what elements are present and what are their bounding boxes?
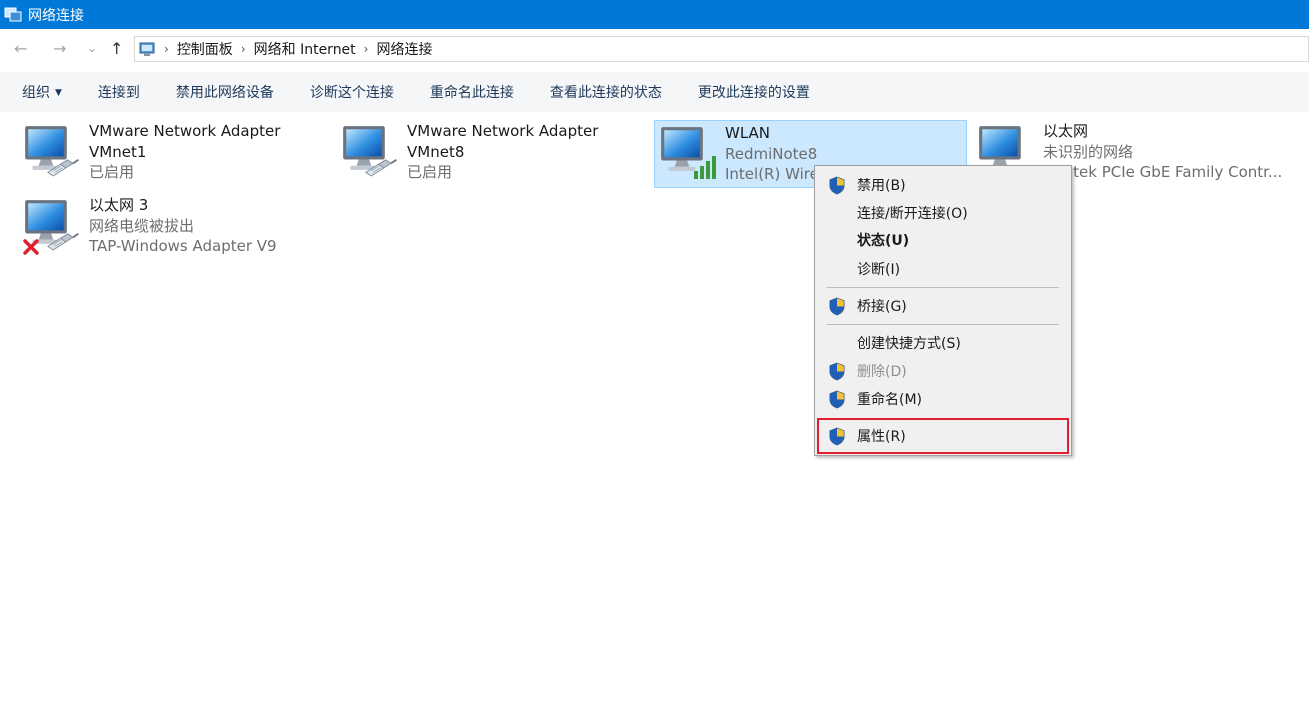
menu-item-create-shortcut[interactable]: 创建快捷方式(S) — [817, 330, 1069, 356]
breadcrumb-separator: › — [240, 42, 246, 56]
recent-dropdown-icon[interactable]: ⌄ — [87, 41, 97, 55]
breadcrumb-separator: › — [164, 42, 169, 56]
connect-to-button[interactable]: 连接到 — [80, 82, 158, 102]
menu-item-label: 连接/断开连接(O) — [857, 206, 968, 222]
connection-item-ethernet3[interactable]: 以太网 3 网络电缆被拔出 TAP-Windows Adapter V9 — [18, 192, 330, 262]
back-icon[interactable]: ← — [14, 39, 27, 58]
breadcrumb-network-connections[interactable]: 网络连接 — [376, 39, 432, 59]
uac-shield-icon — [828, 176, 846, 195]
connection-name: VMware Network Adapter — [89, 122, 281, 140]
connection-network: 网络电缆被拔出 — [89, 216, 195, 235]
context-menu: 禁用(B) 连接/断开连接(O) 状态(U) 诊断(I) 桥接(G) 创建快捷方… — [814, 165, 1072, 456]
menu-item-rename[interactable]: 重命名(M) — [817, 386, 1069, 412]
uac-shield-icon — [828, 362, 846, 381]
forward-icon[interactable]: → — [53, 39, 66, 58]
navigation-bar: ← → ⌄ ↑ › 控制面板 › 网络和 Internet › 网络连接 — [0, 29, 1309, 72]
connection-name: 以太网 — [1043, 122, 1089, 140]
menu-item-label: 删除(D) — [857, 364, 907, 380]
title-bar: 网络连接 — [0, 0, 1309, 29]
connection-status: 已启用 — [407, 163, 453, 181]
menu-item-label: 重命名(M) — [857, 392, 923, 408]
connection-name: VMware Network Adapter — [407, 122, 599, 140]
disable-device-button[interactable]: 禁用此网络设备 — [158, 82, 292, 102]
ethernet-adapter-icon — [25, 126, 80, 177]
menu-item-disable[interactable]: 禁用(B) — [817, 172, 1069, 198]
address-bar[interactable]: › 控制面板 › 网络和 Internet › 网络连接 — [134, 36, 1309, 62]
connection-status: 已启用 — [89, 163, 135, 181]
menu-divider — [827, 324, 1059, 325]
connection-device: Intel(R) Wire — [725, 165, 819, 183]
wifi-adapter-icon — [661, 127, 716, 179]
chevron-down-icon: ▼ — [55, 88, 62, 98]
connection-item-vmnet1[interactable]: VMware Network Adapter VMnet1 已启用 — [18, 118, 330, 188]
breadcrumb-separator: › — [363, 42, 369, 56]
menu-item-status[interactable]: 状态(U) — [817, 227, 1069, 253]
up-icon[interactable]: ↑ — [110, 39, 123, 58]
connection-network: RedmiNote8 — [725, 144, 818, 163]
control-panel-icon — [139, 42, 155, 56]
rename-button[interactable]: 重命名此连接 — [412, 82, 532, 102]
properties-highlight-box — [817, 418, 1069, 454]
view-status-button[interactable]: 查看此连接的状态 — [532, 82, 680, 102]
menu-item-label: 创建快捷方式(S) — [857, 336, 961, 352]
connection-device: TAP-Windows Adapter V9 — [89, 237, 277, 255]
menu-item-connect-disconnect[interactable]: 连接/断开连接(O) — [817, 200, 1069, 226]
connection-name-cont: VMnet8 — [407, 142, 465, 161]
uac-shield-icon — [828, 390, 846, 409]
connection-network: 未识别的网络 — [1043, 142, 1134, 161]
uac-shield-icon — [828, 297, 846, 316]
breadcrumb-network-internet[interactable]: 网络和 Internet — [254, 39, 356, 59]
connection-name-cont: VMnet1 — [89, 142, 147, 161]
diagnose-button[interactable]: 诊断这个连接 — [292, 82, 412, 102]
menu-item-label: 状态(U) — [857, 233, 910, 249]
connection-item-vmnet8[interactable]: VMware Network Adapter VMnet8 已启用 — [336, 118, 648, 188]
menu-item-label: 禁用(B) — [857, 178, 906, 194]
change-settings-button[interactable]: 更改此连接的设置 — [680, 82, 828, 102]
window-title: 网络连接 — [28, 7, 84, 24]
menu-item-label: 桥接(G) — [857, 299, 907, 315]
connection-device: ltek PCIe GbE Family Contr... — [1069, 163, 1283, 181]
command-bar: 组织 ▼ 连接到 禁用此网络设备 诊断这个连接 重命名此连接 查看此连接的状态 更… — [0, 72, 1309, 112]
organize-button[interactable]: 组织 ▼ — [0, 82, 80, 102]
menu-item-bridge[interactable]: 桥接(G) — [817, 293, 1069, 319]
connection-name: WLAN — [725, 124, 771, 142]
menu-item-diagnose[interactable]: 诊断(I) — [817, 256, 1069, 282]
ethernet-disconnected-icon — [23, 200, 80, 255]
network-connections-icon — [4, 7, 22, 21]
menu-item-delete: 删除(D) — [817, 358, 1069, 384]
ethernet-adapter-icon — [343, 126, 398, 177]
organize-label: 组织 — [22, 85, 50, 101]
menu-divider — [827, 287, 1059, 288]
menu-item-label: 诊断(I) — [857, 262, 901, 278]
breadcrumb-control-panel[interactable]: 控制面板 — [177, 39, 233, 59]
connection-name: 以太网 3 — [89, 196, 149, 214]
